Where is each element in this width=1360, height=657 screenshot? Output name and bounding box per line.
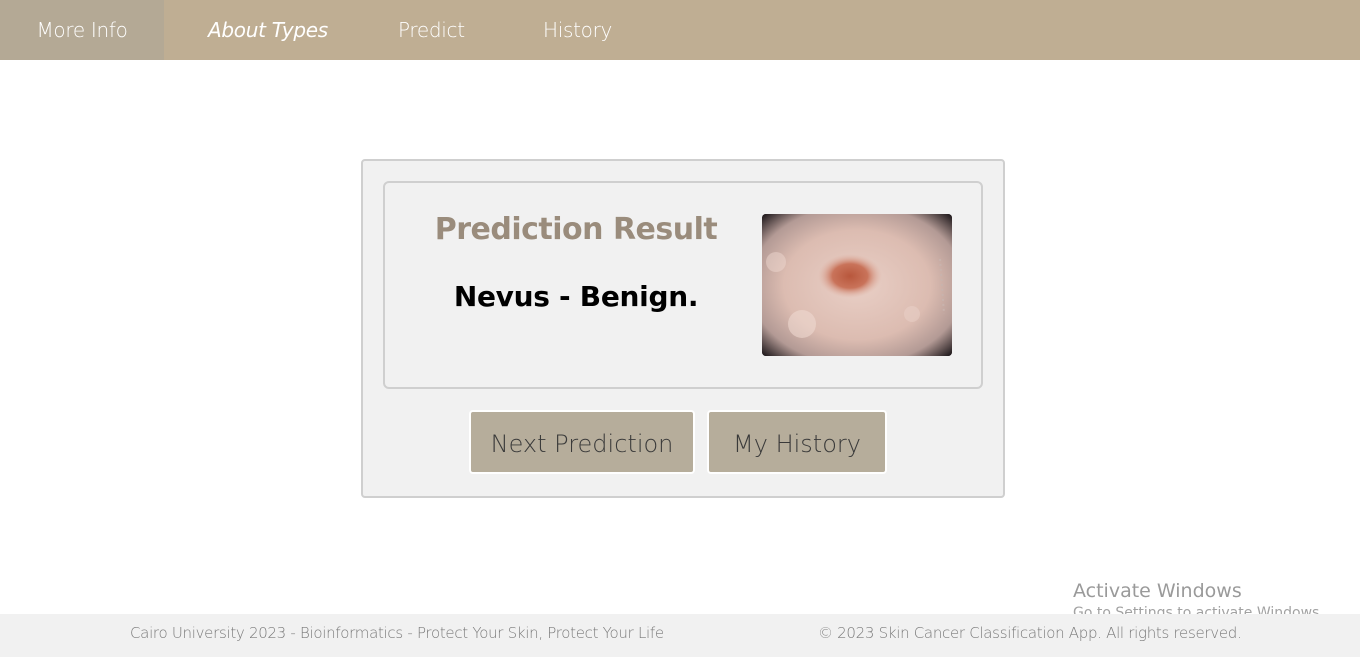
skin-lesion-image — [762, 214, 952, 356]
prediction-result-title: Prediction Result — [434, 212, 718, 247]
footer-copyright: © 2023 Skin Cancer Classification App. A… — [818, 624, 1242, 642]
nav-item-predict[interactable]: Predict — [398, 0, 465, 60]
nav-item-history[interactable]: History — [543, 0, 612, 60]
top-navbar: More Info About Types Predict History — [0, 0, 1360, 60]
nav-item-more-info[interactable]: More Info — [0, 0, 164, 60]
footer-tagline: Cairo University 2023 - Bioinformatics -… — [130, 624, 664, 642]
activate-windows-title: Activate Windows — [1073, 580, 1242, 602]
prediction-result-value: Nevus - Benign. — [453, 280, 699, 313]
my-history-button[interactable]: My History — [707, 410, 887, 474]
nav-item-about-types[interactable]: About Types — [208, 0, 328, 60]
next-prediction-button[interactable]: Next Prediction — [469, 410, 695, 474]
